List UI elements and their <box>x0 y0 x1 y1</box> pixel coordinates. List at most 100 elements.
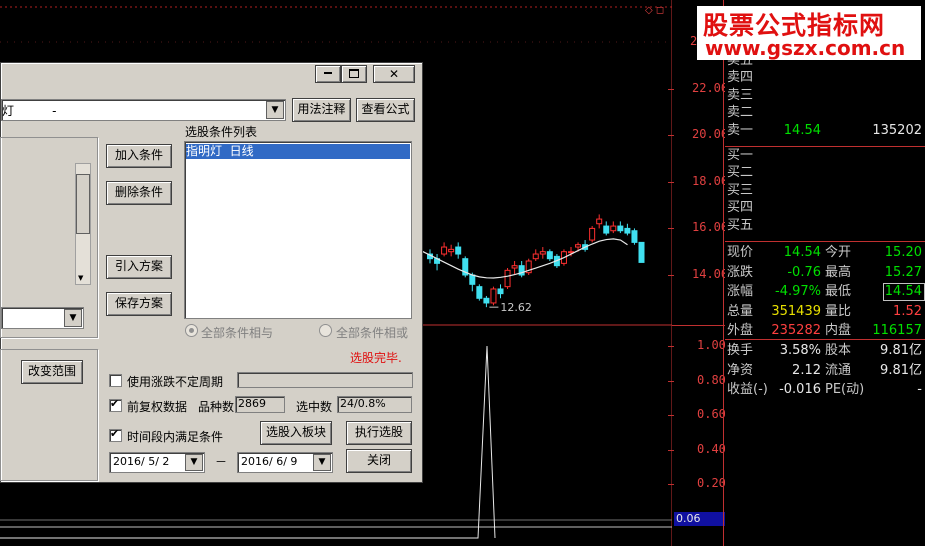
row-label: 最低 <box>825 284 852 300</box>
selected-count-value: 24/0.8% <box>340 397 386 410</box>
candle-body <box>476 286 483 299</box>
formula-select[interactable]: 灯 - ▼ <box>1 99 286 121</box>
quote-row: 卖二 <box>725 104 925 121</box>
condition-list-item[interactable]: 指明灯 日线 <box>186 144 410 159</box>
import-plan-button[interactable]: 引入方案 <box>106 255 172 279</box>
watermark-url: www.gszx.com.cn <box>705 36 906 60</box>
adjusted-data-checkbox[interactable]: ✔ <box>109 397 122 412</box>
price-axis-tick <box>668 135 674 137</box>
maximize-icon <box>349 69 359 78</box>
row-value: 235282 <box>771 323 821 339</box>
chevron-down-icon[interactable]: ▼ <box>185 454 203 471</box>
check-icon: ✔ <box>110 397 120 410</box>
quote-row: 净资 2.12 流通 9.81亿 <box>725 362 925 379</box>
candle-body <box>539 251 546 255</box>
date-separator: － <box>215 455 228 469</box>
stock-count-label: 品种数 <box>198 400 235 414</box>
row-label: PE(动) <box>825 382 865 397</box>
change-range-button[interactable]: 改变范围 <box>21 360 83 384</box>
minimize-button[interactable] <box>315 65 341 83</box>
no-limit-period-checkbox[interactable] <box>109 374 122 387</box>
price-axis-tick <box>668 181 674 183</box>
period-condition-label: 时间段内满足条件 <box>127 430 224 444</box>
param-select[interactable]: ▼ <box>1 307 84 329</box>
fund-separator <box>725 339 925 340</box>
row-value: 15.27 <box>884 264 922 280</box>
check-icon: ✔ <box>110 427 120 440</box>
candlestick-series <box>427 214 645 308</box>
radio-all-or[interactable] <box>319 324 332 337</box>
row-value: 1.52 <box>893 303 922 319</box>
execute-selection-button[interactable]: 执行选股 <box>346 421 412 445</box>
row-label: 总量 <box>727 303 754 319</box>
stock-screener-dialog: ✕ 灯 - ▼ 用法注释 查看公式 ▼ ▼ 加入条件 删除条件 引入方案 保存方… <box>0 62 423 483</box>
no-limit-period-field[interactable] <box>237 372 413 388</box>
end-date-picker[interactable]: 2016/ 6/ 9 ▼ <box>237 452 333 473</box>
candle-body <box>469 274 476 285</box>
add-to-block-button[interactable]: 选股入板块 <box>260 421 332 445</box>
quote-row: 买一 <box>725 147 925 164</box>
axis-hline <box>672 325 725 326</box>
quote-row: 买四 <box>725 199 925 216</box>
chevron-down-icon[interactable]: ▼ <box>64 309 82 327</box>
row-label: 涨幅 <box>727 284 754 300</box>
scroll-thumb[interactable] <box>76 174 90 234</box>
close-icon: ✕ <box>388 67 400 81</box>
row-label: 买四 <box>727 200 754 216</box>
quote-panel: 卖五 卖四 卖三 卖二 卖一 14.54 135202 买一 买二 买三 买四 买五 现价 14.54… <box>725 0 925 546</box>
candle-body <box>490 288 497 304</box>
scroll-down-icon[interactable]: ▼ <box>78 274 83 282</box>
delete-condition-button[interactable]: 删除条件 <box>106 181 172 205</box>
start-date-picker[interactable]: 2016/ 5/ 2 ▼ <box>109 452 205 473</box>
selected-count-field: 24/0.8% <box>337 396 412 413</box>
radio-all-or-label: 全部条件相或 <box>336 326 409 340</box>
row-value: -4.97% <box>775 284 821 300</box>
adjusted-data-label: 前复权数据 <box>127 400 188 414</box>
candle-body <box>610 225 617 232</box>
price-axis-tick <box>668 275 674 276</box>
candle-body <box>603 225 610 234</box>
candle-body <box>546 251 553 260</box>
candle-body <box>511 265 518 269</box>
radio-all-and[interactable] <box>185 324 198 337</box>
maximize-button[interactable] <box>341 65 367 83</box>
period-condition-checkbox[interactable]: ✔ <box>109 427 122 442</box>
row-value: 3.58% <box>779 343 821 358</box>
row-value: 351439 <box>771 303 821 319</box>
watermark: 股票公式指标网 www.gszx.com.cn <box>697 6 921 60</box>
start-date-value: 2016/ 5/ 2 <box>113 455 170 468</box>
quote-row: 卖三 <box>725 87 925 104</box>
stock-count-value: 2869 <box>238 397 266 410</box>
row-label: 最高 <box>825 264 852 280</box>
candle-body <box>589 227 596 241</box>
row-label: 收益(-) <box>727 382 768 397</box>
quote-row: 买三 <box>725 182 925 199</box>
row-label: 买三 <box>727 182 754 198</box>
candle-body <box>497 288 504 295</box>
candle-body <box>483 297 490 304</box>
row-value: 2.12 <box>792 362 821 378</box>
candle-body <box>631 230 638 243</box>
row-label: 卖二 <box>727 105 754 121</box>
row-label: 涨跌 <box>727 264 754 280</box>
candle-body <box>448 248 455 253</box>
no-limit-period-label: 使用涨跌不定周期 <box>127 375 224 389</box>
chevron-down-icon[interactable]: ▼ <box>313 454 331 471</box>
condition-list[interactable]: 指明灯 日线 <box>184 141 412 319</box>
chevron-down-icon[interactable]: ▼ <box>266 101 284 119</box>
low-price-label: 12.62 <box>500 301 532 314</box>
close-button[interactable]: 关闭 <box>346 449 412 473</box>
candle-body <box>575 244 582 248</box>
close-window-button[interactable]: ✕ <box>373 65 415 83</box>
view-formula-button[interactable]: 查看公式 <box>356 98 415 122</box>
row-label: 买一 <box>727 148 754 163</box>
low-value-highlight <box>883 283 925 301</box>
quote-row: 总量 351439 量比 1.52 <box>725 303 925 320</box>
usage-note-button[interactable]: 用法注释 <box>292 98 351 122</box>
row-value: 14.54 <box>783 122 821 138</box>
selected-count-label: 选中数 <box>296 400 333 414</box>
save-plan-button[interactable]: 保存方案 <box>106 292 172 316</box>
params-scrollbar[interactable]: ▼ <box>75 163 91 285</box>
add-condition-button[interactable]: 加入条件 <box>106 144 172 168</box>
candle-body <box>624 227 631 234</box>
